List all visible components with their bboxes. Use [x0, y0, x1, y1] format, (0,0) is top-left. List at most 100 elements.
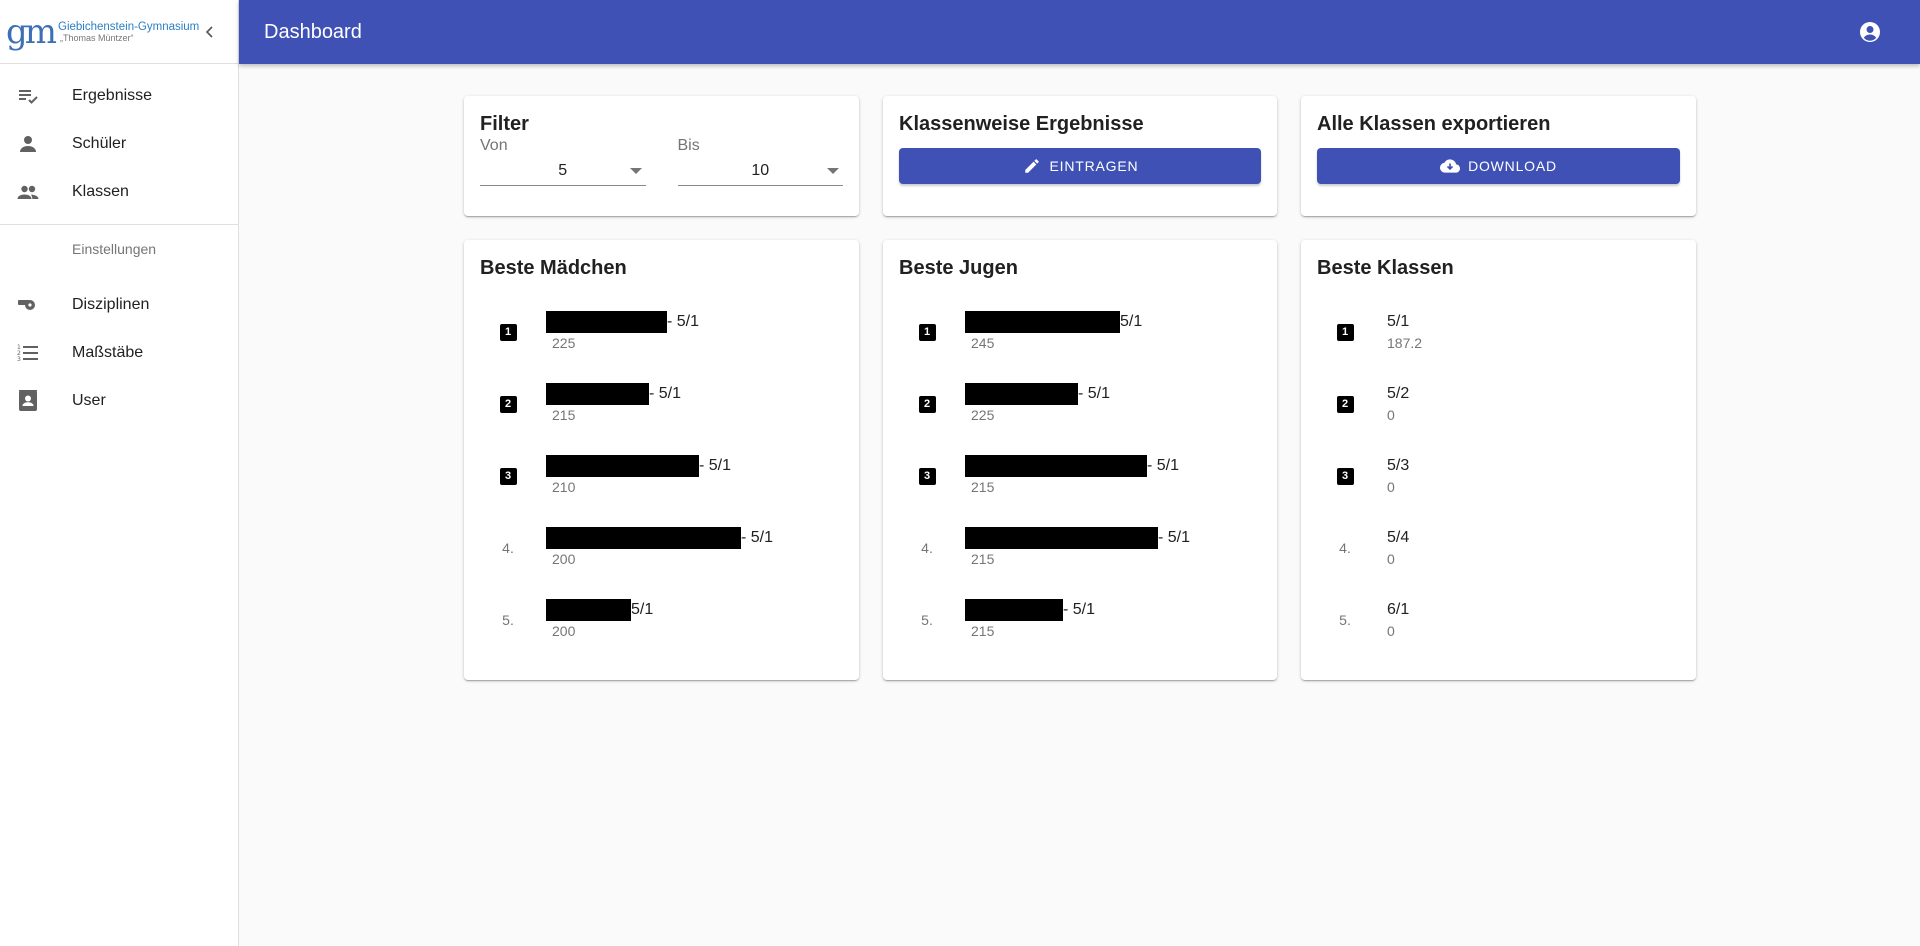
list-item: 5. 5/1 200 — [480, 584, 843, 656]
rank-badge: 1 — [918, 323, 936, 341]
logo-subtitle: „Thomas Müntzer“ — [60, 32, 134, 43]
score: 225 — [971, 407, 995, 423]
score: 0 — [1387, 551, 1395, 567]
sidebar-item-label: User — [72, 392, 106, 409]
sidebar-item-label: Klassen — [72, 183, 129, 200]
download-button[interactable]: DOWNLOAD — [1317, 148, 1680, 184]
class-results-card: Klassenweise Ergebnisse EINTRAGEN — [883, 96, 1277, 216]
list-item: 2 - 5/1 215 — [480, 368, 843, 440]
button-label: DOWNLOAD — [1468, 158, 1557, 174]
rank-number: 4. — [921, 540, 933, 556]
sidebar-item-massstaebe[interactable]: 123 Maßstäbe — [0, 329, 238, 377]
rank-number: 4. — [502, 540, 514, 556]
sidebar-item-label: Ergebnisse — [72, 87, 153, 104]
export-card: Alle Klassen exportieren DOWNLOAD — [1301, 96, 1696, 216]
settings-subheader: Einstellungen — [72, 241, 157, 257]
sidebar-item-user[interactable]: User — [0, 377, 238, 425]
logo-mark: gm — [6, 11, 57, 52]
account-button[interactable] — [1858, 20, 1882, 44]
dropdown-arrow-icon — [827, 168, 839, 174]
school-logo: gm Giebichenstein-Gymnasium „Thomas Münt… — [6, 15, 199, 49]
redacted-name — [546, 383, 649, 405]
score: 210 — [552, 479, 576, 495]
page-title: Dashboard — [264, 20, 362, 43]
rank-number: 5. — [921, 612, 933, 628]
card-title: Alle Klassen exportieren — [1317, 113, 1551, 135]
score: 215 — [971, 623, 995, 639]
contact-card-icon — [16, 389, 40, 413]
list-item: 2 5/2 0 — [1317, 368, 1680, 440]
from-select[interactable]: Von 5 — [480, 136, 646, 186]
collapse-drawer-button[interactable] — [200, 22, 220, 42]
svg-text:3: 3 — [17, 356, 21, 363]
card-title: Beste Jugen — [899, 257, 1018, 279]
best-boys-card: Beste Jugen 1 5/1 245 2 - 5/1 225 3 - 5/… — [883, 240, 1277, 680]
rank-badge: 1 — [1336, 323, 1354, 341]
navigation-drawer: gm Giebichenstein-Gymnasium „Thomas Münt… — [0, 0, 239, 946]
redacted-name — [965, 311, 1120, 333]
rank-badge: 3 — [499, 467, 517, 485]
sidebar-item-ergebnisse[interactable]: Ergebnisse — [0, 72, 238, 120]
eintragen-button[interactable]: EINTRAGEN — [899, 148, 1261, 184]
list-item: 1 5/1 245 — [899, 296, 1261, 368]
rank-number: 5. — [1339, 612, 1351, 628]
redacted-name — [546, 599, 631, 621]
card-title: Beste Klassen — [1317, 257, 1454, 279]
rank-badge: 2 — [499, 395, 517, 413]
list-item: 4. 5/4 0 — [1317, 512, 1680, 584]
rank-badge: 3 — [918, 467, 936, 485]
settings-nav: Disziplinen 123 Maßstäbe User — [0, 273, 238, 425]
student-class: - 5/1 — [741, 529, 774, 546]
student-class: - 5/1 — [1158, 529, 1191, 546]
redacted-name — [546, 311, 667, 333]
list-item: 4. - 5/1 215 — [899, 512, 1261, 584]
redacted-name — [546, 455, 699, 477]
account-circle-icon — [1860, 22, 1880, 42]
redacted-name — [546, 527, 741, 549]
list-item: 5. 6/1 0 — [1317, 584, 1680, 656]
best-classes-card: Beste Klassen 1 5/1 187.2 2 5/2 0 3 5/3 … — [1301, 240, 1696, 680]
score: 187.2 — [1387, 335, 1423, 351]
main-nav: Ergebnisse Schüler Klassen — [0, 64, 238, 216]
list-item: 2 - 5/1 225 — [899, 368, 1261, 440]
from-label: Von — [480, 137, 508, 154]
rank-badge: 1 — [499, 323, 517, 341]
logo-bar: gm Giebichenstein-Gymnasium „Thomas Münt… — [0, 0, 238, 64]
class-name: 5/3 — [1387, 457, 1410, 474]
card-title: Filter — [480, 113, 529, 135]
from-value: 5 — [558, 161, 568, 179]
from-select-box[interactable]: 5 — [480, 156, 646, 186]
button-label: EINTRAGEN — [1049, 158, 1139, 174]
redacted-name — [965, 527, 1158, 549]
logo-name: Giebichenstein-Gymnasium — [58, 20, 200, 33]
student-class: - 5/1 — [1078, 385, 1111, 402]
rank-number: 5. — [502, 612, 514, 628]
redacted-name — [965, 599, 1063, 621]
score: 245 — [971, 335, 995, 351]
score: 0 — [1387, 479, 1395, 495]
to-select-box[interactable]: 10 — [677, 156, 843, 186]
list-item: 1 - 5/1 225 — [480, 296, 843, 368]
score: 0 — [1387, 623, 1395, 639]
to-select[interactable]: Bis 10 — [677, 136, 843, 186]
playlist-check-icon — [16, 84, 40, 108]
card-title: Klassenweise Ergebnisse — [899, 113, 1144, 135]
sidebar-item-label: Disziplinen — [72, 296, 150, 313]
score: 215 — [971, 479, 995, 495]
redacted-name — [965, 455, 1147, 477]
class-name: 5/4 — [1387, 529, 1410, 546]
to-value: 10 — [751, 161, 770, 179]
student-class: 5/1 — [631, 601, 654, 618]
sidebar-item-schueler[interactable]: Schüler — [0, 120, 238, 168]
person-icon — [16, 132, 40, 156]
sidebar-item-klassen[interactable]: Klassen — [0, 168, 238, 216]
list-item: 3 - 5/1 215 — [899, 440, 1261, 512]
app-bar: Dashboard — [239, 0, 1920, 64]
score: 0 — [1387, 407, 1395, 423]
score: 215 — [552, 407, 576, 423]
student-class: 5/1 — [1120, 313, 1143, 330]
sidebar-item-disziplinen[interactable]: Disziplinen — [0, 281, 238, 329]
student-class: - 5/1 — [1063, 601, 1096, 618]
class-name: 5/2 — [1387, 385, 1410, 402]
best-girls-card: Beste Mädchen 1 - 5/1 225 2 - 5/1 215 3 … — [464, 240, 859, 680]
